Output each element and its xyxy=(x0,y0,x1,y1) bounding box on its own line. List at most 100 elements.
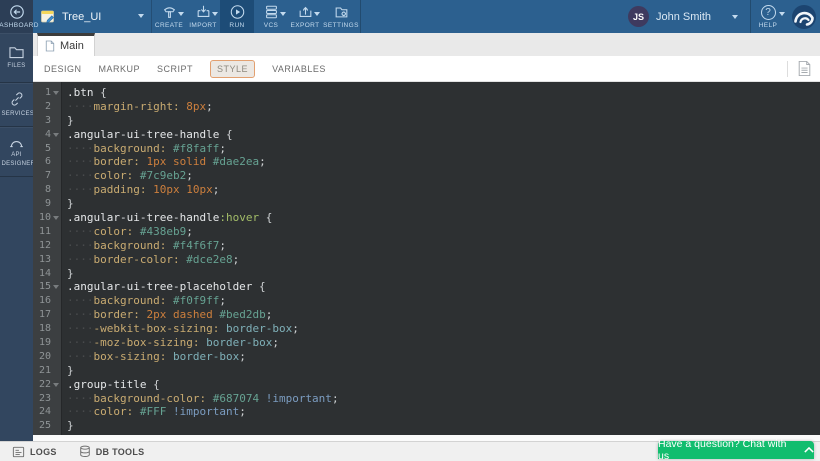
gutter-line-23: 23 xyxy=(33,392,61,406)
hammer-icon xyxy=(161,4,178,20)
export-label: EXPORT xyxy=(290,22,319,29)
chevron-down-icon xyxy=(280,12,286,16)
code-line-21[interactable]: } xyxy=(67,364,820,378)
tab-design[interactable]: DESIGN xyxy=(44,64,82,74)
fold-toggle-icon[interactable] xyxy=(53,285,59,289)
link-icon xyxy=(9,91,25,107)
code-line-16[interactable]: ····background: #f0f9ff; xyxy=(67,294,820,308)
gutter-line-18: 18 xyxy=(33,322,61,336)
avatar: JS xyxy=(628,6,649,27)
code-line-12[interactable]: ····background: #f4f6f7; xyxy=(67,239,820,253)
code-line-9[interactable]: } xyxy=(67,197,820,211)
sidebar-item-api-designer[interactable]: API DESIGNER xyxy=(0,127,33,177)
import-icon xyxy=(195,4,212,20)
code-line-6[interactable]: ····border: 1px solid #dae2ea; xyxy=(67,155,820,169)
sidebar-item-label: API DESIGNER xyxy=(2,151,32,169)
code-line-20[interactable]: ····box-sizing: border-box; xyxy=(67,350,820,364)
code-line-2[interactable]: ····margin-right: 8px; xyxy=(67,100,820,114)
brand-logo[interactable] xyxy=(785,0,820,33)
vcs-icon xyxy=(263,4,280,20)
create-label: CREATE xyxy=(155,22,183,29)
fold-toggle-icon[interactable] xyxy=(53,216,59,220)
gutter-line-21: 21 xyxy=(33,364,61,378)
tab-label: Main xyxy=(60,40,84,52)
tab-style[interactable]: STYLE xyxy=(210,60,255,78)
code-line-23[interactable]: ····background-color: #687074 !important… xyxy=(67,392,820,406)
export-button[interactable]: EXPORT xyxy=(288,0,322,33)
code-editor: 1234567891011121314151617181920212223242… xyxy=(33,82,820,438)
project-selector[interactable]: Tree_UI xyxy=(33,0,152,33)
code-line-25[interactable]: } xyxy=(67,419,820,433)
chat-widget-button[interactable]: Have a question? Chat with us xyxy=(658,441,814,459)
create-button[interactable]: CREATE xyxy=(152,0,186,33)
notes-page-icon[interactable] xyxy=(797,60,812,77)
gutter-line-20: 20 xyxy=(33,350,61,364)
logs-button[interactable]: LOGS xyxy=(12,446,57,458)
question-icon: ? xyxy=(761,5,776,20)
code-line-14[interactable]: } xyxy=(67,267,820,281)
gutter-line-13: 13 xyxy=(33,253,61,267)
arc-icon xyxy=(8,136,25,148)
sidebar-item-files[interactable]: FILES xyxy=(0,33,33,83)
chevron-down-icon xyxy=(138,14,144,18)
chevron-down-icon xyxy=(178,12,184,16)
gutter-line-10[interactable]: 10 xyxy=(33,211,61,225)
fold-toggle-icon[interactable] xyxy=(53,383,59,387)
code-line-1[interactable]: .btn { xyxy=(67,86,820,100)
code-line-4[interactable]: .angular-ui-tree-handle { xyxy=(67,128,820,142)
gutter-line-22[interactable]: 22 xyxy=(33,378,61,392)
import-button[interactable]: IMPORT xyxy=(186,0,220,33)
code-line-13[interactable]: ····border-color: #dce2e8; xyxy=(67,253,820,267)
gutter-line-1[interactable]: 1 xyxy=(33,86,61,100)
app-window: DASHBOARD Tree_UI CREATE xyxy=(0,0,820,461)
editor-gutter[interactable]: 1234567891011121314151617181920212223242… xyxy=(33,82,62,435)
code-line-24[interactable]: ····color: #FFF !important; xyxy=(67,405,820,419)
editor-code[interactable]: .btn {····margin-right: 8px;}.angular-ui… xyxy=(62,82,820,435)
sidebar-item-services[interactable]: SERVICES xyxy=(0,83,33,127)
gutter-line-8: 8 xyxy=(33,183,61,197)
project-icon xyxy=(40,9,56,25)
tab-markup[interactable]: MARKUP xyxy=(99,64,141,74)
tab-variables[interactable]: VARIABLES xyxy=(272,64,326,74)
project-name: Tree_UI xyxy=(62,11,101,23)
code-line-19[interactable]: ····-moz-box-sizing: border-box; xyxy=(67,336,820,350)
user-menu[interactable]: JS John Smith xyxy=(620,0,750,33)
chevron-down-icon xyxy=(212,12,218,16)
wave-logo-icon xyxy=(791,4,817,30)
gutter-line-6: 6 xyxy=(33,155,61,169)
import-label: IMPORT xyxy=(189,22,217,29)
topbar: DASHBOARD Tree_UI CREATE xyxy=(0,0,820,33)
subtab-bar: DESIGN MARKUP SCRIPT STYLE VARIABLES xyxy=(33,56,820,82)
chevron-down-icon xyxy=(314,12,320,16)
database-icon xyxy=(79,445,91,458)
code-line-11[interactable]: ····color: #438eb9; xyxy=(67,225,820,239)
code-line-5[interactable]: ····background: #f8faff; xyxy=(67,142,820,156)
gutter-line-25: 25 xyxy=(33,419,61,433)
gutter-line-24: 24 xyxy=(33,405,61,419)
logs-icon xyxy=(12,446,25,458)
code-line-18[interactable]: ····-webkit-box-sizing: border-box; xyxy=(67,322,820,336)
tab-script[interactable]: SCRIPT xyxy=(157,64,193,74)
fold-toggle-icon[interactable] xyxy=(53,91,59,95)
code-line-17[interactable]: ····border: 2px dashed #bed2db; xyxy=(67,308,820,322)
code-line-22[interactable]: .group-title { xyxy=(67,378,820,392)
gutter-line-4[interactable]: 4 xyxy=(33,128,61,142)
code-line-3[interactable]: } xyxy=(67,114,820,128)
folder-icon xyxy=(8,45,25,59)
code-line-7[interactable]: ····color: #7c9eb2; xyxy=(67,169,820,183)
settings-button[interactable]: SETTINGS xyxy=(322,0,360,33)
code-line-10[interactable]: .angular-ui-tree-handle:hover { xyxy=(67,211,820,225)
tab-main[interactable]: Main xyxy=(37,33,95,56)
vcs-button[interactable]: VCS xyxy=(254,0,288,33)
dashboard-button[interactable]: DASHBOARD xyxy=(0,0,33,33)
run-button[interactable]: RUN xyxy=(220,0,254,33)
code-line-15[interactable]: .angular-ui-tree-placeholder { xyxy=(67,280,820,294)
code-line-8[interactable]: ····padding: 10px 10px; xyxy=(67,183,820,197)
db-tools-button[interactable]: DB TOOLS xyxy=(79,445,145,458)
gutter-line-2: 2 xyxy=(33,100,61,114)
help-button[interactable]: ? HELP xyxy=(751,0,785,33)
gutter-line-15[interactable]: 15 xyxy=(33,280,61,294)
chevron-up-icon xyxy=(804,447,814,453)
fold-toggle-icon[interactable] xyxy=(53,133,59,137)
gutter-line-14: 14 xyxy=(33,267,61,281)
